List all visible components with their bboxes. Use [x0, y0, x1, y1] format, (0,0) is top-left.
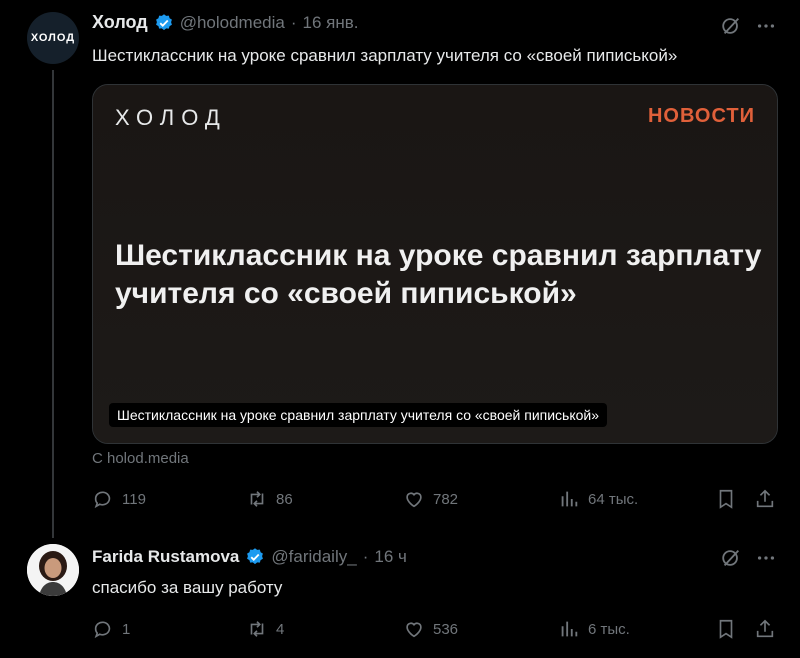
- retweet-button[interactable]: 4: [246, 618, 284, 640]
- reply-icon: [94, 621, 111, 639]
- grok-icon[interactable]: [720, 547, 742, 574]
- reply-count: 119: [122, 490, 146, 508]
- link-card[interactable]: ХОЛОД НОВОСТИ Шестиклассник на уроке сра…: [92, 84, 778, 444]
- author-handle[interactable]: @faridaily_: [271, 547, 356, 567]
- like-count: 782: [433, 490, 459, 508]
- tweet1-header: Холод @holodmedia · 16 янв.: [92, 12, 359, 33]
- views-count: 6 тыс.: [588, 620, 630, 638]
- separator-dot: ·: [362, 547, 369, 566]
- tweet1-text: Шестиклассник на уроке сравнил зарплату …: [92, 46, 678, 65]
- verified-icon: [155, 13, 172, 30]
- reply-button[interactable]: 119: [92, 488, 146, 510]
- verified-icon: [247, 548, 264, 565]
- tweet-time[interactable]: 16 ч: [374, 547, 407, 567]
- heart-icon: [406, 622, 422, 638]
- views-icon: [561, 621, 578, 637]
- retweet-icon: [250, 491, 264, 507]
- author-name[interactable]: Холод: [92, 12, 148, 33]
- retweet-button[interactable]: 86: [246, 488, 293, 510]
- retweet-count: 4: [276, 620, 285, 638]
- author-name[interactable]: Farida Rustamova: [92, 547, 239, 567]
- card-caption: Шестиклассник на уроке сравнил зарплату …: [109, 403, 608, 427]
- reply-count: 1: [122, 620, 131, 638]
- tweet-time[interactable]: 16 янв.: [303, 13, 359, 33]
- card-label: НОВОСТИ: [647, 105, 755, 127]
- share-icon[interactable]: [754, 488, 776, 515]
- retweet-icon: [250, 621, 264, 637]
- thread-line: [52, 70, 54, 538]
- card-brand: ХОЛОД: [115, 105, 227, 130]
- holod-avatar[interactable]: ХОЛОД: [27, 12, 79, 64]
- views-button[interactable]: 64 тыс.: [558, 488, 638, 510]
- views-icon: [561, 491, 578, 507]
- views-count: 64 тыс.: [588, 490, 639, 508]
- more-icon[interactable]: [755, 15, 777, 42]
- share-icon[interactable]: [754, 618, 776, 645]
- views-button[interactable]: 6 тыс.: [558, 618, 630, 640]
- like-count: 536: [433, 620, 459, 638]
- grok-icon[interactable]: [720, 15, 742, 42]
- heart-icon: [406, 492, 422, 508]
- like-button[interactable]: 536: [403, 618, 458, 640]
- reply-button[interactable]: 1: [92, 618, 130, 640]
- link-source[interactable]: С holod.media: [92, 450, 189, 467]
- reply-icon: [94, 491, 111, 509]
- bookmark-icon[interactable]: [715, 488, 737, 515]
- farida-avatar[interactable]: [27, 544, 79, 596]
- more-icon[interactable]: [755, 547, 777, 574]
- author-handle[interactable]: @holodmedia: [180, 13, 285, 33]
- card-headline: Шестиклассник на уроке сравнил зарплату …: [115, 239, 762, 310]
- bookmark-icon[interactable]: [715, 618, 737, 645]
- avatar-logo-text: ХОЛОД: [30, 32, 76, 44]
- separator-dot: ·: [290, 12, 297, 32]
- retweet-count: 86: [276, 490, 293, 508]
- like-button[interactable]: 782: [403, 488, 458, 510]
- tweet2-header: Farida Rustamova @faridaily_ · 16 ч: [92, 547, 407, 567]
- tweet2-text: спасибо за вашу работу: [92, 578, 283, 597]
